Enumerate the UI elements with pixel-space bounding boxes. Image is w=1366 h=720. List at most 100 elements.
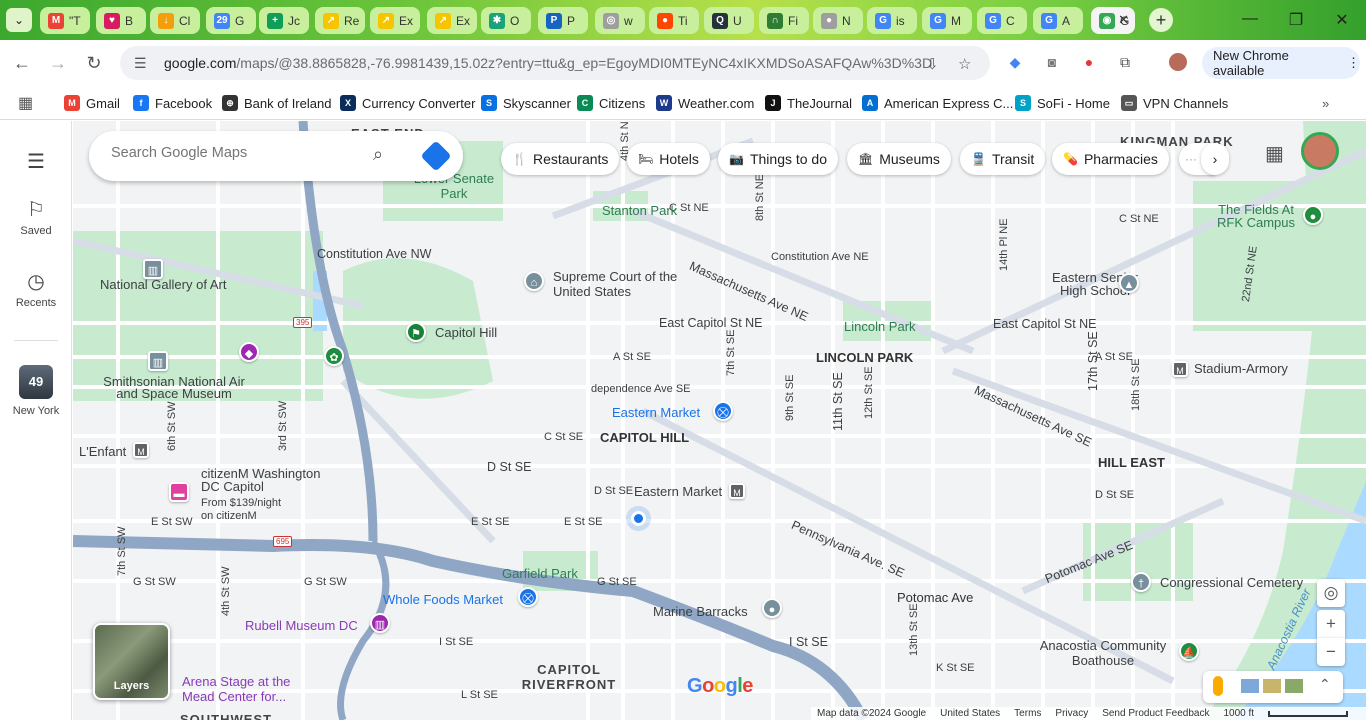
tab-search-button[interactable]: ⌄ xyxy=(6,8,32,32)
bookmark-item[interactable]: f Facebook xyxy=(133,93,212,113)
recent-place-new-york[interactable]: 49 New York xyxy=(0,365,72,417)
place-label-rubell-museum[interactable]: Rubell Museum DC xyxy=(245,618,358,633)
bookmark-item[interactable]: M Gmail xyxy=(64,93,120,113)
new-tab-button[interactable]: + xyxy=(1149,8,1173,32)
profile-avatar[interactable] xyxy=(1169,53,1187,71)
country-link[interactable]: United States xyxy=(940,708,1000,719)
place-label-fields-rfk[interactable]: The Fields At RFK Campus xyxy=(1211,203,1301,229)
directions-icon[interactable] xyxy=(420,140,452,172)
place-label-capitol-hill[interactable]: Capitol Hill xyxy=(435,325,497,340)
museum-icon[interactable]: ▥ xyxy=(143,259,163,279)
browser-tab[interactable]: + Jc xyxy=(259,7,309,34)
cemetery-icon[interactable]: † xyxy=(1131,572,1151,592)
browser-tab[interactable]: ↗ Re xyxy=(315,7,365,34)
forward-button[interactable]: → xyxy=(47,52,69,74)
terms-link[interactable]: Terms xyxy=(1014,708,1041,719)
expand-icon[interactable]: ⌃ xyxy=(1319,676,1331,693)
chrome-update-button[interactable]: New Chrome available ⋮ xyxy=(1202,47,1360,79)
privacy-link[interactable]: Privacy xyxy=(1055,708,1088,719)
browser-tab[interactable]: Gis xyxy=(867,7,917,34)
close-tab-icon[interactable]: ✕ xyxy=(1118,12,1129,28)
place-label-marine-barracks[interactable]: Marine Barracks xyxy=(653,604,748,619)
more-bookmarks-icon[interactable]: » xyxy=(1322,93,1329,113)
menu-icon[interactable]: ☰ xyxy=(0,149,72,174)
browser-tab[interactable]: ◉ G ✕ xyxy=(1091,7,1135,34)
imagery-thumb[interactable] xyxy=(1285,679,1303,693)
lastpass-extension-icon[interactable]: ● xyxy=(1080,53,1098,71)
browser-tab[interactable]: ● N xyxy=(813,7,863,34)
search-input[interactable] xyxy=(111,145,371,161)
saved-button[interactable]: ⚐ Saved xyxy=(0,197,72,237)
courthouse-icon[interactable]: ⌂ xyxy=(524,271,544,291)
browser-tab[interactable]: ◎ w xyxy=(595,7,645,34)
my-location-icon[interactable]: ◎ xyxy=(1317,579,1345,607)
bookmark-star-icon[interactable]: ☆ xyxy=(958,55,971,73)
place-label-garfield-park[interactable]: Garfield Park xyxy=(502,566,578,581)
minimize-icon[interactable]: — xyxy=(1240,10,1260,28)
browser-tab[interactable]: M "T xyxy=(40,7,90,34)
browser-tab[interactable]: ● Ti xyxy=(649,7,699,34)
back-button[interactable]: ← xyxy=(11,52,33,74)
bookmark-item[interactable]: ▭ VPN Channels xyxy=(1121,93,1228,113)
shopping-cart-icon[interactable]: ⛒ xyxy=(713,401,733,421)
place-label-congressional-cemetery[interactable]: Congressional Cemetery xyxy=(1160,575,1303,590)
metro-icon[interactable]: M xyxy=(1172,361,1188,377)
translate-extension-icon[interactable]: ◆ xyxy=(1006,53,1024,71)
more-menu-icon[interactable]: ⋮ xyxy=(1347,55,1360,71)
browser-tab[interactable]: ↗ Ex xyxy=(427,7,477,34)
account-avatar[interactable] xyxy=(1301,132,1339,170)
feedback-link[interactable]: Send Product Feedback xyxy=(1102,708,1209,719)
apps-grid-icon[interactable]: ▦ xyxy=(1265,141,1284,166)
browser-tab[interactable]: GC xyxy=(977,7,1027,34)
hotel-icon[interactable]: ▬ xyxy=(169,482,189,502)
current-location-dot[interactable] xyxy=(631,511,646,526)
place-label-whole-foods[interactable]: Whole Foods Market xyxy=(383,592,503,607)
place-label-lenfant[interactable]: L'Enfant xyxy=(79,444,126,459)
place-label-stadium-armory[interactable]: Stadium-Armory xyxy=(1194,361,1288,376)
place-label-eastern-market-metro[interactable]: Eastern Market xyxy=(634,484,722,499)
search-icon[interactable]: ⌕ xyxy=(373,144,383,165)
browser-tab[interactable]: ∩ Fi xyxy=(759,7,809,34)
browser-tab[interactable]: ✱ O xyxy=(481,7,531,34)
chevron-right-icon[interactable]: › xyxy=(1201,143,1229,175)
bookmark-item[interactable]: A American Express C... xyxy=(862,93,1013,113)
browser-tab[interactable]: GM xyxy=(922,7,972,34)
extensions-puzzle-icon[interactable]: ⧉ xyxy=(1116,53,1134,71)
browser-tab[interactable]: ↗ Ex xyxy=(370,7,420,34)
restore-icon[interactable]: ❐ xyxy=(1286,10,1306,30)
bookmark-item[interactable]: S Skyscanner xyxy=(481,93,571,113)
museum-icon[interactable]: ▥ xyxy=(148,351,168,371)
browser-tab[interactable]: ♥ B xyxy=(96,7,146,34)
boat-icon[interactable]: ⛵ xyxy=(1179,641,1199,661)
imagery-thumb[interactable] xyxy=(1241,679,1259,693)
install-icon[interactable]: ⇩ xyxy=(926,55,939,73)
landmark-icon[interactable]: ● xyxy=(762,598,782,618)
place-label-anacostia-boathouse[interactable]: Anacostia Community Boathouse xyxy=(1033,638,1173,668)
bookmark-item[interactable]: X Currency Converter xyxy=(340,93,475,113)
chip-things-to-do[interactable]: 📷 Things to do xyxy=(718,143,839,175)
flag-pin-icon[interactable]: ⚑ xyxy=(406,322,426,342)
chip-pharmacies[interactable]: 💊 Pharmacies xyxy=(1052,143,1169,175)
place-label-smithsonian[interactable]: Smithsonian National Air and Space Museu… xyxy=(99,375,249,400)
layers-button[interactable]: Layers xyxy=(93,623,170,700)
close-window-icon[interactable]: ✕ xyxy=(1332,10,1352,30)
museum-icon[interactable]: ▥ xyxy=(370,613,390,633)
shopping-cart-icon[interactable]: ⛒ xyxy=(518,587,538,607)
bookmark-item[interactable]: C Citizens xyxy=(577,93,645,113)
site-settings-icon[interactable]: ☰ xyxy=(134,55,150,71)
url-text[interactable]: google.com/maps/@38.8865828,-76.9981439,… xyxy=(164,55,932,71)
pegman-icon[interactable] xyxy=(1213,676,1223,696)
place-label-national-gallery[interactable]: National Gallery of Art xyxy=(100,277,226,292)
place-label-supreme-court[interactable]: Supreme Court of the United States xyxy=(553,269,683,299)
place-label-arena-stage[interactable]: Arena Stage at the Mead Center for... xyxy=(182,674,312,704)
apps-grid-icon[interactable]: ▦ xyxy=(18,93,33,113)
chip-hotels[interactable]: 🛏 Hotels xyxy=(627,143,710,175)
address-bar[interactable]: ☰ google.com/maps/@38.8865828,-76.998143… xyxy=(120,46,990,80)
map-canvas[interactable]: Constitution Ave NW Constitution Ave NE … xyxy=(73,121,1366,720)
browser-tab[interactable]: QU xyxy=(704,7,754,34)
zoom-out-button[interactable]: − xyxy=(1317,638,1345,666)
bookmark-item[interactable]: J TheJournal xyxy=(765,93,852,113)
place-label-citizenm[interactable]: citizenM Washington DC Capitol xyxy=(201,467,341,493)
place-label-stanton-park[interactable]: Stanton Park xyxy=(602,203,677,218)
school-icon[interactable]: ▲ xyxy=(1119,273,1139,293)
